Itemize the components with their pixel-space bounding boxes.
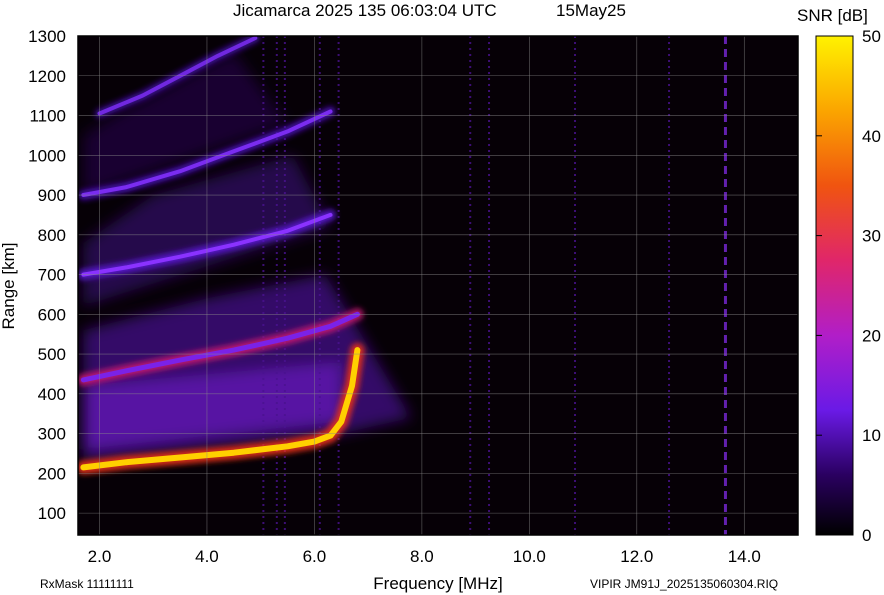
x-tick-label: 2.0 [88, 547, 112, 566]
colorbar-tick-label: 30 [862, 227, 881, 246]
colorbar-tick-label: 10 [862, 426, 881, 445]
x-tick-label: 8.0 [410, 547, 434, 566]
x-tick-label: 10.0 [513, 547, 546, 566]
y-axis-label: Range [km] [0, 243, 18, 330]
y-tick-label: 300 [38, 425, 66, 444]
file-label: VIPIR JM91J_2025135060304.RIQ [590, 577, 778, 591]
x-tick-label: 6.0 [303, 547, 327, 566]
x-tick-label: 12.0 [620, 547, 653, 566]
colorbar-label: SNR [dB] [797, 6, 868, 25]
y-tick-label: 800 [38, 226, 66, 245]
y-tick-label: 1300 [28, 27, 66, 46]
colorbar-tick-label: 50 [862, 27, 881, 46]
colorbar-tick-label: 0 [862, 526, 871, 545]
rxmask-label: RxMask 11111111 [40, 577, 134, 591]
colorbar-tick-label: 20 [862, 326, 881, 345]
y-tick-label: 1000 [28, 146, 66, 165]
colorbar-tick-label: 40 [862, 127, 881, 146]
y-tick-label: 600 [38, 305, 66, 324]
x-tick-label: 14.0 [728, 547, 761, 566]
y-tick-label: 1200 [28, 67, 66, 86]
y-tick-label: 200 [38, 464, 66, 483]
y-tick-label: 900 [38, 186, 66, 205]
y-tick-label: 700 [38, 266, 66, 285]
y-tick-label: 500 [38, 345, 66, 364]
chart-date: 15May25 [556, 1, 626, 20]
chart-title: Jicamarca 2025 135 06:03:04 UTC [233, 1, 497, 20]
y-tick-label: 100 [38, 504, 66, 523]
colorbar [815, 35, 854, 536]
y-tick-label: 1100 [29, 107, 66, 126]
x-tick-label: 4.0 [195, 547, 219, 566]
x-axis-label: Frequency [MHz] [373, 574, 502, 593]
y-tick-label: 400 [38, 385, 66, 404]
ionogram: Jicamarca 2025 135 06:03:04 UTC 15May25 … [0, 1, 881, 593]
